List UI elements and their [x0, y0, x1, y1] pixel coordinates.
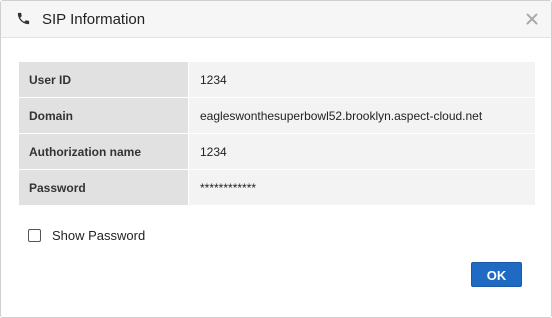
user-id-label: User ID [19, 62, 188, 97]
show-password-label[interactable]: Show Password [52, 228, 145, 243]
table-row: Domain eagleswonthesuperbowl52.brooklyn.… [19, 98, 535, 133]
table-row: User ID 1234 [19, 62, 535, 97]
password-value: ************ [188, 170, 535, 205]
user-id-value: 1234 [188, 62, 535, 97]
dialog-header: SIP Information [1, 1, 551, 38]
close-icon[interactable] [526, 13, 538, 25]
phone-icon [17, 12, 30, 25]
password-label: Password [19, 170, 188, 205]
authorization-name-value: 1234 [188, 134, 535, 169]
sip-info-table: User ID 1234 Domain eagleswonthesuperbow… [19, 61, 535, 206]
table-row: Authorization name 1234 [19, 134, 535, 169]
domain-value: eagleswonthesuperbowl52.brooklyn.aspect-… [188, 98, 535, 133]
show-password-checkbox[interactable] [28, 229, 41, 242]
show-password-toggle[interactable]: Show Password [28, 228, 145, 243]
authorization-name-label: Authorization name [19, 134, 188, 169]
sip-information-dialog: SIP Information User ID 1234 Domain eagl… [0, 0, 552, 318]
table-row: Password ************ [19, 170, 535, 205]
dialog-title: SIP Information [42, 11, 146, 28]
domain-label: Domain [19, 98, 188, 133]
ok-button[interactable]: OK [471, 262, 522, 287]
